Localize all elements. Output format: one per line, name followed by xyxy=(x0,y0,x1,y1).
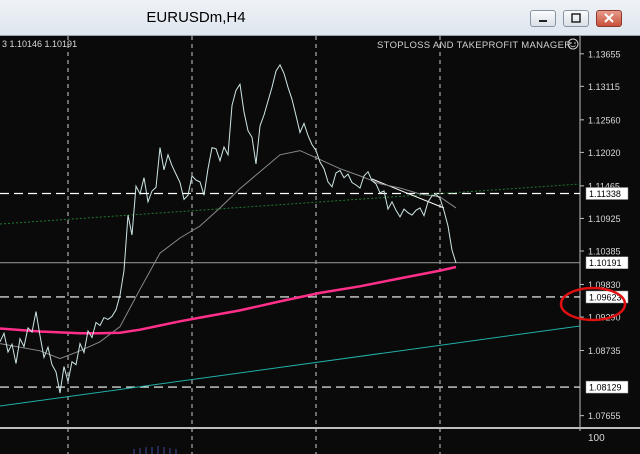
axis-tick-label: 1.12020 xyxy=(588,148,621,158)
minimize-button[interactable] xyxy=(530,10,556,27)
ea-label: STOPLOSS AND TAKEPROFIT MANAGER xyxy=(377,40,571,51)
axis-tick-label: 1.08735 xyxy=(588,346,621,356)
ohlc-readout: 3 1.10146 1.10191 xyxy=(2,39,77,49)
axis-tick-label: 1.10925 xyxy=(588,214,621,224)
maximize-button[interactable] xyxy=(563,10,589,27)
level-price-label: 1.10191 xyxy=(589,258,622,268)
indicator-scale-label: 100 xyxy=(588,433,605,444)
axis-tick-label: 1.13655 xyxy=(588,49,621,59)
chart-window: EURUSDm,H4 100 1.13655 1.13115 1.12560 1… xyxy=(0,0,640,454)
window-title: EURUSDm,H4 xyxy=(146,9,246,26)
axis-tick-label: 1.10385 xyxy=(588,247,621,257)
level-price-label: 1.11338 xyxy=(589,189,621,199)
close-icon xyxy=(604,13,614,23)
axis-tick-label: 1.12560 xyxy=(588,115,621,125)
minimize-icon xyxy=(539,20,547,22)
axis-tick-label: 1.13115 xyxy=(588,82,620,92)
maximize-icon xyxy=(571,13,581,23)
title-bar[interactable]: EURUSDm,H4 xyxy=(0,0,640,36)
close-button[interactable] xyxy=(596,10,622,27)
price-chart[interactable]: 100 1.136551.131151.125601.120201.114651… xyxy=(0,36,640,454)
level-price-label: 1.08129 xyxy=(589,383,622,393)
axis-tick-label: 1.07655 xyxy=(588,411,621,421)
